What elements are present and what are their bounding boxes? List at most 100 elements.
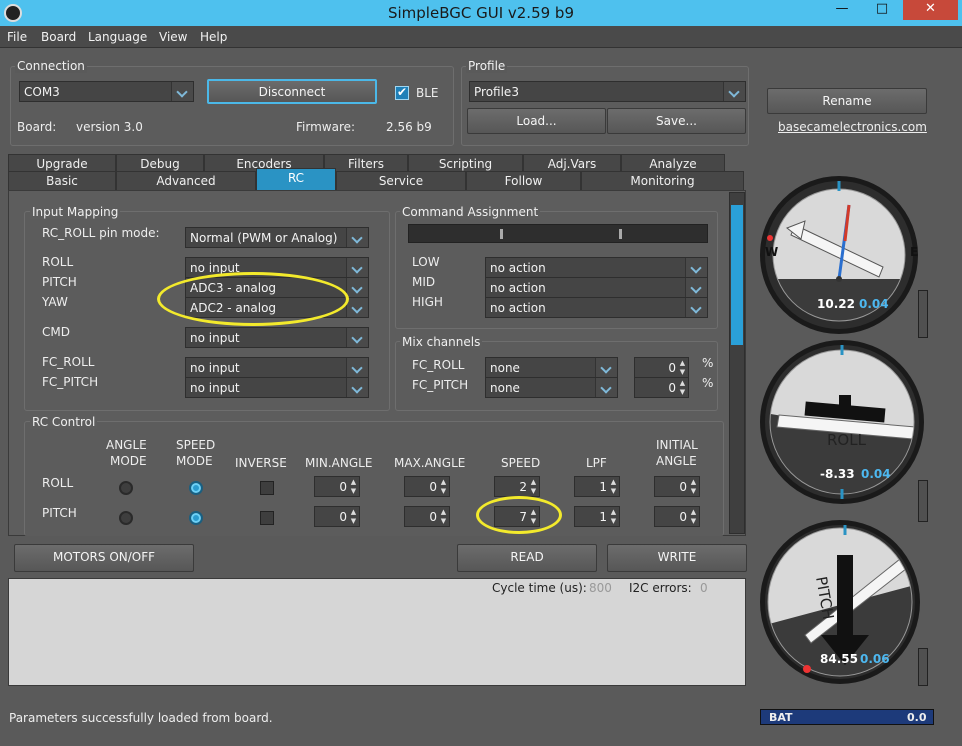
roll-inverse-checkbox[interactable] (260, 481, 274, 495)
percent-unit: % (702, 356, 714, 370)
profile-select[interactable]: Profile3 (469, 81, 746, 102)
roll-max-angle[interactable]: 0 ▲ ▼ (404, 476, 450, 497)
fc-pitch-input-select[interactable]: no input (185, 377, 369, 398)
fc-roll-input-select[interactable]: no input (185, 357, 369, 378)
tab-monitoring[interactable]: Monitoring (581, 171, 744, 190)
port-select[interactable]: COM3 (19, 81, 194, 102)
pitch-lpf[interactable]: 1 ▲ ▼ (574, 506, 620, 527)
speed-header: SPEED (501, 456, 541, 470)
pin-mode-select[interactable]: Normal (PWM or Analog) (185, 227, 369, 248)
chevron-down-icon (346, 358, 368, 377)
cycle-time-value: 800 (589, 581, 612, 595)
pitch-initial-angle[interactable]: 0 ▲ ▼ (654, 506, 700, 527)
tab-rc[interactable]: RC (256, 168, 336, 190)
high-action-select[interactable]: no action (485, 297, 708, 318)
mix-fc-roll-label: FC_ROLL (412, 358, 465, 372)
pitch-angle-mode-radio[interactable] (119, 511, 133, 525)
close-button[interactable]: ✕ (903, 0, 958, 20)
battery-label: BAT (769, 711, 793, 724)
firmware-value: 2.56 b9 (386, 120, 432, 134)
yaw-angle-value: 10.22 (817, 297, 855, 311)
rc-roll-label: ROLL (42, 476, 74, 490)
menu-board[interactable]: Board (41, 30, 76, 44)
menu-language[interactable]: Language (88, 30, 147, 44)
mix-fc-pitch-select[interactable]: none (485, 377, 618, 398)
rc-control-title: RC Control (30, 415, 98, 429)
yaw-level-bar (918, 290, 928, 338)
initial-angle-header: INITIAL (656, 438, 698, 452)
chevron-down-icon (346, 328, 368, 347)
write-button[interactable]: WRITE (607, 544, 747, 572)
board-label: Board: (17, 120, 57, 134)
read-button[interactable]: READ (457, 544, 597, 572)
mid-action-select[interactable]: no action (485, 277, 708, 298)
input-mapping-title: Input Mapping (30, 205, 121, 219)
roll-level-bar (918, 480, 928, 522)
speed-mode-header: SPEED (176, 438, 216, 452)
connection-group (10, 66, 454, 146)
tab-basic[interactable]: Basic (8, 171, 116, 190)
roll-input-label: ROLL (42, 255, 74, 269)
i2c-errors-value: 0 (700, 581, 708, 595)
yaw-gauge: W E 10.22 0.04 (760, 176, 918, 334)
roll-speed[interactable]: 2 ▲ ▼ (494, 476, 540, 497)
chevron-down-icon (346, 258, 368, 277)
roll-angle-mode-radio[interactable] (119, 481, 133, 495)
pitch-max-angle[interactable]: 0 ▲ ▼ (404, 506, 450, 527)
mix-fc-roll-percent[interactable]: 0 ▲ ▼ (634, 357, 689, 378)
roll-initial-angle[interactable]: 0 ▲ ▼ (654, 476, 700, 497)
menu-file[interactable]: File (7, 30, 27, 44)
window-title: SimpleBGC GUI v2.59 b9 (387, 4, 574, 22)
pin-mode-label: RC_ROLL pin mode: (42, 226, 160, 240)
fc-roll-input-label: FC_ROLL (42, 355, 95, 369)
minimize-button[interactable]: — (828, 0, 856, 20)
ble-label: BLE (416, 86, 439, 100)
roll-min-angle[interactable]: 0 ▲ ▼ (314, 476, 360, 497)
menu-bar: File Board Language View Help (0, 26, 962, 48)
chevron-down-icon (595, 378, 617, 397)
mix-fc-roll-select[interactable]: none (485, 357, 618, 378)
firmware-label: Firmware: (296, 120, 356, 134)
lpf-header: LPF (586, 456, 607, 470)
rc-pitch-label: PITCH (42, 506, 77, 520)
chevron-down-icon (346, 278, 368, 297)
battery-indicator: BAT 0.0 (760, 709, 934, 725)
tab-advanced[interactable]: Advanced (116, 171, 256, 190)
menu-view[interactable]: View (159, 30, 187, 44)
website-link[interactable]: basecamelectronics.com (778, 120, 927, 134)
chevron-down-icon (346, 228, 368, 247)
board-value: version 3.0 (76, 120, 143, 134)
pitch-speed-mode-radio[interactable] (189, 511, 203, 525)
max-angle-header: MAX.ANGLE (394, 456, 466, 470)
pitch-rate-value: 0.06 (860, 652, 890, 666)
chevron-down-icon (346, 298, 368, 317)
status-message: Parameters successfully loaded from boar… (9, 711, 273, 725)
disconnect-button[interactable]: Disconnect (207, 79, 377, 104)
roll-lpf[interactable]: 1 ▲ ▼ (574, 476, 620, 497)
maximize-button[interactable]: □ (868, 0, 896, 20)
pitch-inverse-checkbox[interactable] (260, 511, 274, 525)
cmd-input-label: CMD (42, 325, 70, 339)
tab-follow[interactable]: Follow (466, 171, 581, 190)
save-button[interactable]: Save... (607, 108, 746, 134)
menu-help[interactable]: Help (200, 30, 227, 44)
mix-channels-title: Mix channels (400, 335, 483, 349)
low-action-select[interactable]: no action (485, 257, 708, 278)
rename-button[interactable]: Rename (767, 88, 927, 114)
chevron-down-icon (685, 258, 707, 277)
load-button[interactable]: Load... (467, 108, 606, 134)
roll-speed-mode-radio[interactable] (189, 481, 203, 495)
ble-checkbox[interactable] (395, 85, 409, 100)
pitch-min-angle[interactable]: 0 ▲ ▼ (314, 506, 360, 527)
motors-on-off-button[interactable]: MOTORS ON/OFF (14, 544, 194, 572)
yaw-input-label: YAW (42, 295, 68, 309)
highlight-ellipse (476, 496, 562, 534)
cmd-input-select[interactable]: no input (185, 327, 369, 348)
profile-group (461, 66, 749, 146)
panel-scrollbar[interactable] (729, 192, 745, 534)
mix-fc-pitch-percent[interactable]: 0 ▲ ▼ (634, 377, 689, 398)
tab-service[interactable]: Service (336, 171, 466, 190)
min-angle-header: MIN.ANGLE (305, 456, 373, 470)
yaw-west-label: W (765, 245, 779, 259)
mix-fc-pitch-label: FC_PITCH (412, 378, 469, 392)
